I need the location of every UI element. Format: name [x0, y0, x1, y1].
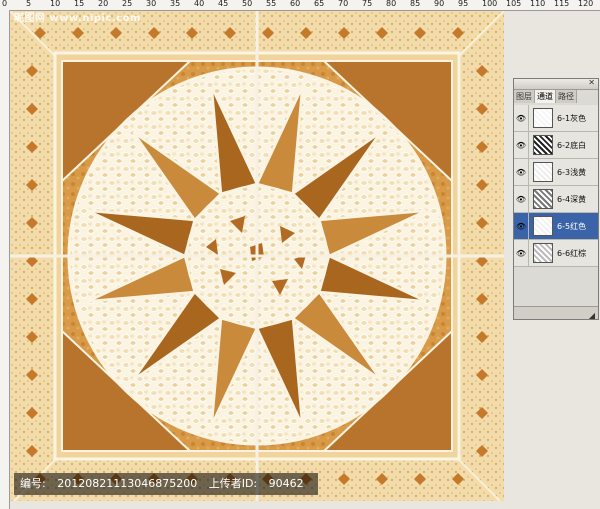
document-canvas[interactable]	[10, 11, 504, 501]
vertical-ruler[interactable]	[0, 10, 10, 509]
panel-tabs: 图层 通道 路径	[514, 90, 598, 104]
ruler-tick-label: 110	[530, 0, 546, 8]
ruler-tick-label: 35	[170, 0, 181, 8]
ruler-tick-label: 95	[458, 0, 469, 8]
channel-row[interactable]: 👁 6-2底白	[514, 132, 598, 159]
channel-row[interactable]: 👁 6-3浅黄	[514, 159, 598, 186]
channel-name: 6-5红色	[557, 221, 587, 231]
eye-icon[interactable]: 👁	[514, 159, 529, 185]
ruler-tick-label: 70	[338, 0, 349, 8]
eye-icon[interactable]: 👁	[514, 132, 529, 158]
eye-icon[interactable]: 👁	[514, 213, 529, 239]
panel-title-bar[interactable]: ✕	[514, 78, 598, 90]
ruler-tick-label: 115	[554, 0, 570, 8]
channel-row[interactable]: 👁 6-1灰色	[514, 105, 598, 132]
channels-panel[interactable]: ✕ 图层 通道 路径 👁 6-1灰色 👁 6-2底白 👁 6-3浅黄 👁 6-4深黄 👁 6-5红…	[513, 78, 599, 320]
ruler-tick-label: 85	[410, 0, 421, 8]
eye-icon[interactable]: 👁	[514, 186, 529, 212]
watermark-logo: 昵图网 www.nipic.com	[14, 13, 141, 24]
ruler-tick-label: 50	[242, 0, 253, 8]
eye-icon[interactable]: 👁	[514, 240, 529, 266]
ruler-tick-label: 120	[578, 0, 594, 8]
resize-icon[interactable]: ◢	[589, 311, 595, 320]
image-caption-bar: 编号: 20120821113046875200 上传者ID: 90462	[14, 473, 318, 495]
ruler-tick-label: 5	[26, 0, 32, 8]
id-value: 20120821113046875200	[57, 477, 198, 490]
eye-icon[interactable]: 👁	[514, 105, 529, 131]
ruler-tick-label: 80	[386, 0, 397, 8]
channel-name: 6-2底白	[557, 140, 587, 150]
channel-row[interactable]: 👁 6-5红色	[514, 213, 598, 240]
channel-thumbnail	[533, 108, 553, 128]
channel-row[interactable]: 👁 6-6红棕	[514, 240, 598, 267]
channel-thumbnail	[533, 243, 553, 263]
tab-paths[interactable]: 路径	[556, 90, 577, 103]
panel-footer: ◢	[514, 306, 598, 320]
channel-name: 6-3浅黄	[557, 167, 587, 177]
ruler-tick-label: 60	[290, 0, 301, 8]
ruler-tick-label: 25	[122, 0, 133, 8]
ruler-tick-label: 30	[146, 0, 157, 8]
channel-thumbnail	[533, 216, 553, 236]
ruler-tick-label: 20	[98, 0, 109, 8]
close-icon[interactable]: ✕	[588, 78, 595, 87]
channel-name: 6-1灰色	[557, 113, 587, 123]
uploader-label: 上传者ID:	[208, 477, 258, 490]
tile-artwork	[10, 11, 504, 501]
ruler-tick-label: 15	[74, 0, 85, 8]
channel-thumbnail	[533, 162, 553, 182]
channel-thumbnail	[533, 189, 553, 209]
ruler-tick-label: 100	[482, 0, 498, 8]
ruler-tick-label: 55	[266, 0, 277, 8]
tab-channels[interactable]: 通道	[535, 90, 556, 103]
ruler-tick-label: 90	[434, 0, 445, 8]
channel-thumbnail	[533, 135, 553, 155]
ruler-tick-label: 10	[50, 0, 61, 8]
ruler-tick-label: 105	[506, 0, 522, 8]
ruler-tick-label: 75	[362, 0, 373, 8]
uploader-value: 90462	[268, 477, 304, 490]
ruler-tick-label: 0	[2, 0, 8, 8]
channel-name: 6-6红棕	[557, 248, 587, 258]
tab-layers[interactable]: 图层	[514, 90, 535, 103]
ruler-tick-label: 65	[314, 0, 325, 8]
channel-name: 6-4深黄	[557, 194, 587, 204]
ruler-tick-label: 45	[218, 0, 229, 8]
ruler-tick-label: 40	[194, 0, 205, 8]
id-label: 编号:	[20, 477, 46, 490]
channel-row[interactable]: 👁 6-4深黄	[514, 186, 598, 213]
